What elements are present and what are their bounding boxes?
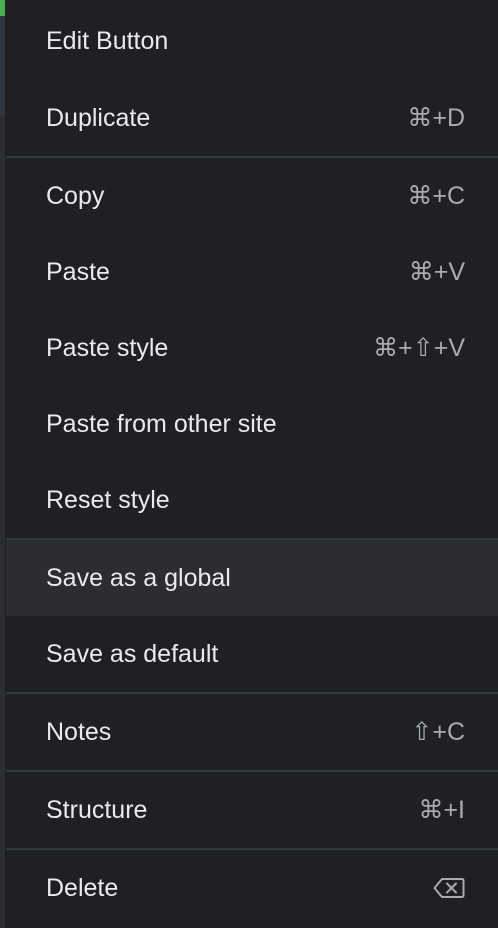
context-menu: Edit Button Duplicate ⌘+D Copy ⌘+C Paste… [6, 0, 498, 928]
menu-item-delete[interactable]: Delete [6, 850, 498, 926]
menu-item-label: Delete [46, 873, 119, 902]
shortcut-hint: ⌘+⇧+V [373, 334, 465, 362]
menu-item-label: Save as default [46, 639, 219, 668]
menu-item-edit-button[interactable]: Edit Button [6, 0, 498, 80]
canvas-panel-strip [0, 16, 5, 116]
shortcut-hint: ⌘+D [407, 104, 465, 132]
menu-item-label: Paste style [46, 333, 169, 362]
menu-item-label: Paste [46, 257, 110, 286]
menu-item-copy[interactable]: Copy ⌘+C [6, 158, 498, 234]
underlying-canvas-edge [0, 0, 5, 928]
menu-item-label: Duplicate [46, 103, 151, 132]
menu-item-label: Reset style [46, 485, 170, 514]
menu-item-paste-style[interactable]: Paste style ⌘+⇧+V [6, 310, 498, 386]
canvas-accent-strip [0, 0, 5, 16]
context-menu-screen: Edit Button Duplicate ⌘+D Copy ⌘+C Paste… [0, 0, 498, 928]
menu-item-label: Save as a global [46, 563, 231, 592]
menu-item-label: Edit Button [46, 26, 169, 55]
menu-item-notes[interactable]: Notes ⇧+C [6, 694, 498, 770]
menu-item-label: Notes [46, 717, 112, 746]
menu-item-save-as-default[interactable]: Save as default [6, 616, 498, 692]
menu-item-paste-from-other-site[interactable]: Paste from other site [6, 386, 498, 462]
menu-item-label: Structure [46, 795, 148, 824]
shortcut-hint: ⌘+C [407, 182, 465, 210]
menu-item-label: Paste from other site [46, 409, 277, 438]
menu-item-paste[interactable]: Paste ⌘+V [6, 234, 498, 310]
delete-key-icon [433, 877, 465, 899]
menu-item-reset-style[interactable]: Reset style [6, 462, 498, 538]
menu-item-duplicate[interactable]: Duplicate ⌘+D [6, 80, 498, 156]
shortcut-hint: ⌘+V [408, 258, 465, 286]
shortcut-hint: ⇧+C [411, 718, 465, 746]
menu-item-label: Copy [46, 181, 105, 210]
menu-item-save-as-global[interactable]: Save as a global [6, 540, 498, 616]
shortcut-hint: ⌘+I [418, 796, 465, 824]
menu-item-structure[interactable]: Structure ⌘+I [6, 772, 498, 848]
